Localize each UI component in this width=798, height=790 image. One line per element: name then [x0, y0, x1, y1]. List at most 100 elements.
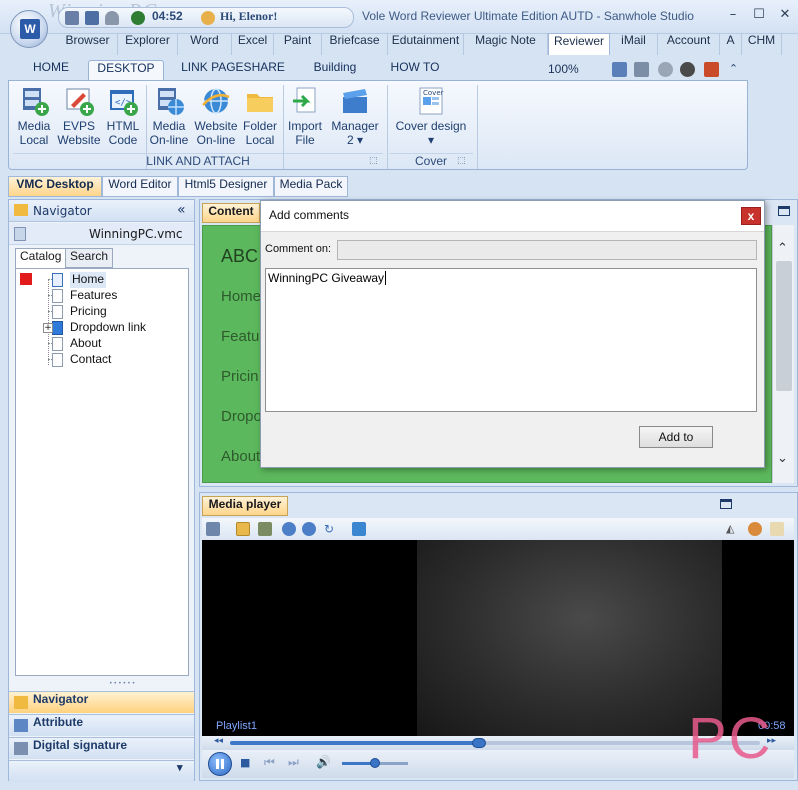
app-tab-account[interactable]: Account: [658, 33, 720, 55]
project-file[interactable]: WinningPC.vmc: [9, 223, 194, 245]
scroll-thumb[interactable]: [776, 261, 792, 391]
app-tab-a[interactable]: A: [720, 33, 742, 55]
maximize-panel-icon[interactable]: [720, 499, 732, 509]
seek-back-icon[interactable]: ◂◂: [214, 736, 223, 746]
preview-menu-features[interactable]: Featu: [221, 328, 259, 345]
volume-slider[interactable]: [342, 758, 408, 768]
calendar-icon[interactable]: [85, 11, 99, 25]
app-tab-excel[interactable]: Excel: [232, 33, 274, 55]
tab-catalog[interactable]: Catalog: [15, 248, 67, 268]
page-icon[interactable]: [612, 62, 627, 77]
dialog-launcher-icon[interactable]: ⬚: [369, 156, 378, 166]
app-tab-word[interactable]: Word: [178, 33, 232, 55]
previous-track-icon[interactable]: ⏮: [264, 755, 275, 770]
preview-menu-dropdown[interactable]: Dropo: [221, 408, 262, 425]
flip-icon[interactable]: ◭: [726, 522, 740, 536]
comment-textarea[interactable]: WinningPC Giveaway: [265, 268, 757, 412]
preview-menu-about[interactable]: About: [221, 448, 260, 465]
fullscreen-icon[interactable]: [770, 522, 784, 536]
close-button[interactable]: ✕: [774, 6, 796, 24]
music-icon[interactable]: [634, 62, 649, 77]
ribbon-tab-desktop[interactable]: DESKTOP: [88, 60, 164, 80]
seek-track[interactable]: [230, 738, 760, 748]
app-tab-browser[interactable]: Browser: [58, 33, 118, 55]
seek-handle[interactable]: [472, 738, 487, 748]
next-icon[interactable]: [302, 522, 316, 536]
preview-menu-pricing[interactable]: Pricin: [221, 368, 259, 385]
powerpoint-icon[interactable]: [704, 62, 719, 77]
evps-website-button[interactable]: EVPS Website: [57, 85, 101, 147]
ribbon-tab-building[interactable]: Building: [306, 60, 364, 80]
ribbon-tab-home[interactable]: HOME: [24, 60, 78, 80]
folder-local-button[interactable]: Folder Local: [241, 85, 279, 147]
settings-icon[interactable]: [748, 522, 762, 536]
tree-item-home[interactable]: Home: [52, 272, 107, 288]
app-tab-chm[interactable]: CHM: [742, 33, 782, 55]
app-tab-briefcase[interactable]: Briefcase: [322, 33, 388, 55]
avatar[interactable]: [131, 11, 145, 25]
media-local-button[interactable]: Media Local: [13, 85, 55, 147]
collapse-ribbon-icon[interactable]: ⌃: [726, 62, 741, 77]
tree-item-about[interactable]: About: [52, 336, 101, 352]
repeat-icon[interactable]: ↻: [324, 522, 338, 536]
app-tab-edutainment[interactable]: Edutainment: [388, 33, 464, 55]
minimize-button[interactable]: –: [722, 6, 744, 24]
import-file-button[interactable]: Import File: [285, 85, 325, 147]
film-list-icon[interactable]: [258, 522, 272, 536]
content-scrollbar[interactable]: ⌃ ⌄: [772, 225, 794, 483]
screen-icon[interactable]: [352, 522, 366, 536]
people-icon[interactable]: [65, 11, 79, 25]
app-tab-explorer[interactable]: Explorer: [118, 33, 178, 55]
media-player-tab[interactable]: Media player: [202, 496, 288, 516]
tab-word-editor[interactable]: Word Editor: [102, 176, 178, 197]
scroll-up-icon[interactable]: ⌃: [777, 241, 788, 256]
playlist-icon[interactable]: [236, 522, 250, 536]
back-icon[interactable]: [658, 62, 673, 77]
tree-item-pricing[interactable]: Pricing: [52, 304, 107, 320]
manager-button[interactable]: Manager 2 ▾: [329, 85, 381, 147]
section-navigator[interactable]: Navigator: [9, 691, 194, 713]
bell-icon[interactable]: [105, 11, 119, 25]
comment-on-field[interactable]: [337, 240, 757, 260]
music-settings-icon[interactable]: [206, 522, 220, 536]
chevron-down-icon[interactable]: ▾: [177, 761, 183, 774]
cover-design-button[interactable]: Cover Cover design ▾: [391, 85, 471, 147]
html-code-button[interactable]: </> HTML Code: [103, 85, 143, 147]
website-online-button[interactable]: Website On-line: [193, 85, 239, 147]
content-tab[interactable]: Content: [202, 203, 260, 223]
ribbon-tab-link-pageshare[interactable]: LINK PAGESHARE: [178, 60, 288, 80]
next-track-icon[interactable]: ⏭: [288, 755, 299, 770]
scroll-down-icon[interactable]: ⌄: [777, 451, 788, 466]
volume-icon[interactable]: 🔊: [316, 755, 331, 769]
splitter-grip[interactable]: ••••••: [109, 680, 136, 687]
maximize-panel-icon[interactable]: [778, 206, 790, 216]
app-tab-paint[interactable]: Paint: [274, 33, 322, 55]
tree-item-features[interactable]: Features: [52, 288, 117, 304]
media-online-button[interactable]: Media On-line: [147, 85, 191, 147]
stop-icon[interactable]: ■: [240, 756, 250, 769]
previous-icon[interactable]: [282, 522, 296, 536]
collapse-icon[interactable]: «: [177, 202, 186, 218]
app-tab-imail[interactable]: iMail: [610, 33, 658, 55]
app-tab-reviewer[interactable]: Reviewer: [548, 33, 610, 55]
add-to-button[interactable]: Add to: [639, 426, 713, 448]
expand-icon[interactable]: +: [43, 323, 53, 333]
tree-item-dropdown-link[interactable]: Dropdown link: [52, 320, 146, 336]
section-digital-signature[interactable]: Digital signature: [9, 737, 194, 759]
pause-button[interactable]: [208, 752, 232, 776]
preview-menu-home[interactable]: Home: [221, 288, 261, 305]
section-attribute[interactable]: Attribute: [9, 714, 194, 736]
ribbon-tab-how-to[interactable]: HOW TO: [384, 60, 446, 80]
forward-icon[interactable]: [680, 62, 695, 77]
tree-item-contact[interactable]: Contact: [52, 352, 111, 368]
app-menu-button[interactable]: W: [10, 10, 48, 48]
tab-search[interactable]: Search: [65, 248, 114, 268]
maximize-button[interactable]: ☐: [748, 6, 770, 24]
dialog-launcher-icon[interactable]: ⬚: [457, 156, 466, 166]
tab-vmc-desktop[interactable]: VMC Desktop: [8, 176, 102, 197]
app-tab-magic-note[interactable]: Magic Note: [464, 33, 548, 55]
tab-media-pack[interactable]: Media Pack: [274, 176, 348, 197]
dialog-close-button[interactable]: x: [741, 207, 761, 225]
zoom-level[interactable]: 100%: [548, 62, 579, 76]
tab-html5-designer[interactable]: Html5 Designer: [178, 176, 274, 197]
